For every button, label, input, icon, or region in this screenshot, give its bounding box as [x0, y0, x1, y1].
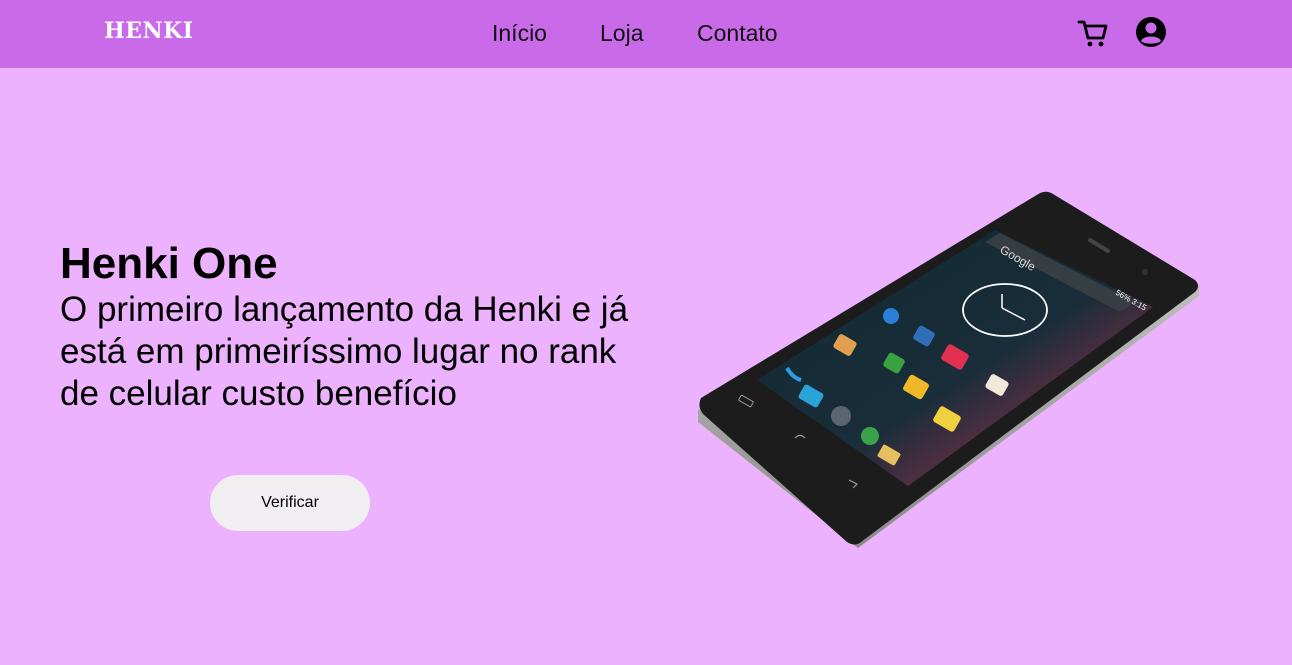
verify-button[interactable]: Verificar	[210, 475, 370, 531]
user-account-button[interactable]	[1135, 16, 1169, 50]
cart-icon	[1077, 20, 1108, 47]
user-account-icon	[1136, 17, 1166, 47]
smartphone-image: Google 56% 3:15	[698, 191, 1199, 548]
top-navigation-bar: HENKI Início Loja Contato	[0, 0, 1292, 68]
hero-subtitle: O primeiro lançamento da Henki e já está…	[60, 290, 629, 413]
cart-button[interactable]	[1076, 16, 1110, 50]
nav-link-inicio[interactable]: Início	[492, 20, 547, 47]
nav-link-loja[interactable]: Loja	[600, 20, 643, 47]
brand-logo[interactable]: HENKI	[104, 18, 194, 44]
hero-title: Henki One	[60, 239, 278, 288]
nav-link-contato[interactable]: Contato	[697, 20, 778, 47]
